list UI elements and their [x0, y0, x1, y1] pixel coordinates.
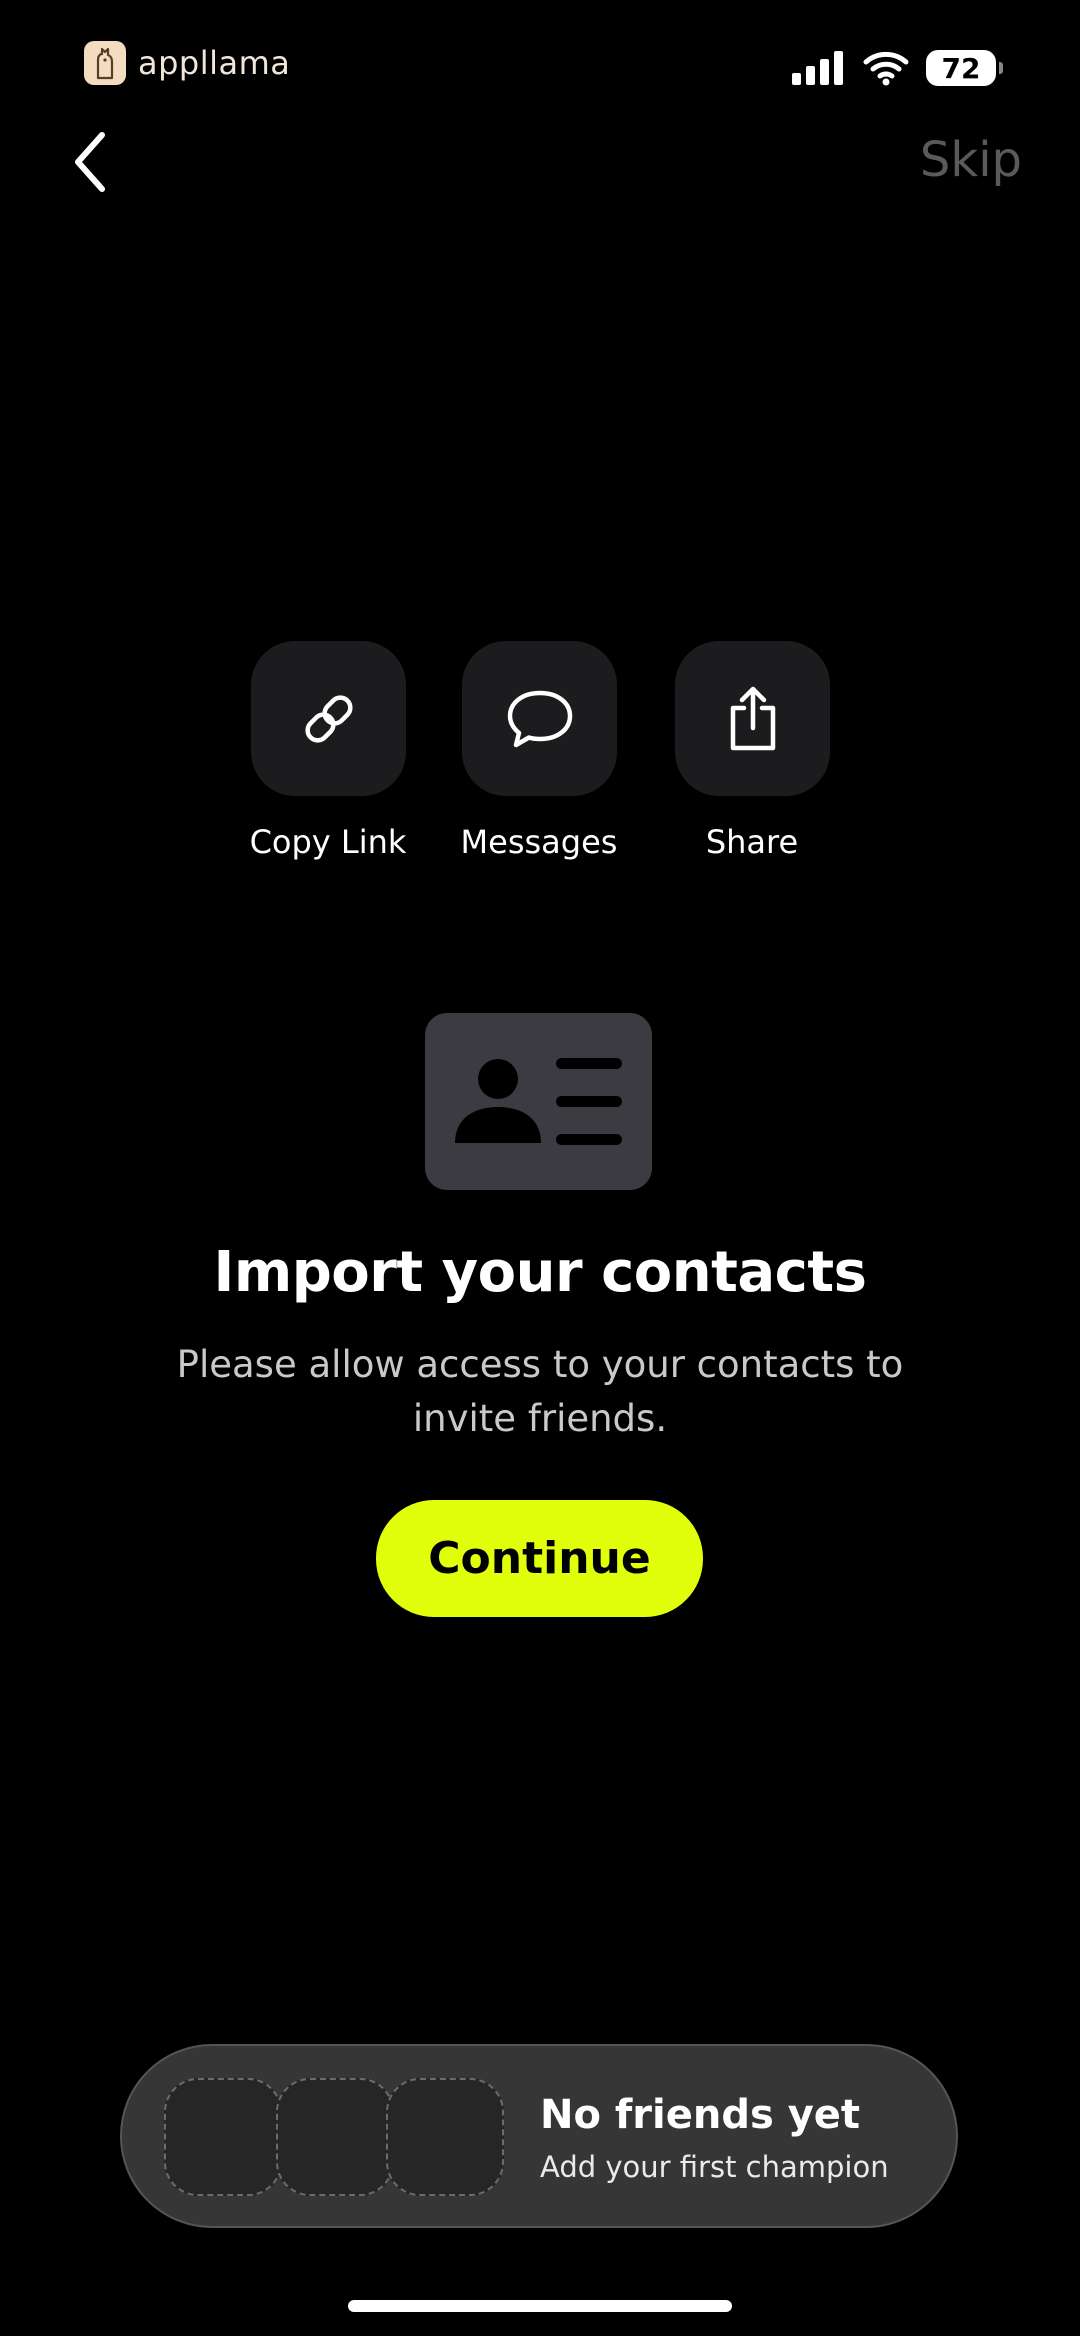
import-subtitle: Please allow access to your contacts to … — [176, 1343, 904, 1440]
cellular-signal-icon — [792, 51, 843, 85]
home-indicator[interactable] — [348, 2300, 732, 2312]
app-name: appllama — [138, 44, 291, 82]
friend-slot-placeholder — [386, 2078, 504, 2196]
llama-logo-icon — [84, 41, 126, 85]
message-bubble-icon — [507, 690, 572, 747]
friends-subtitle: Add your first champion — [540, 2150, 889, 2184]
share-label: Share — [705, 823, 799, 861]
continue-button[interactable]: Continue — [376, 1500, 703, 1617]
wifi-icon — [863, 51, 909, 86]
back-button[interactable] — [60, 122, 120, 202]
app-brand: appllama — [84, 40, 290, 86]
link-icon — [304, 694, 353, 743]
share-button[interactable] — [675, 641, 830, 796]
battery-icon: 72 — [926, 50, 1003, 86]
friends-status-card[interactable]: No friends yet Add your first champion — [120, 2044, 958, 2228]
messages-button[interactable] — [462, 641, 617, 796]
contact-card-icon — [425, 1013, 652, 1190]
battery-level: 72 — [941, 51, 981, 85]
friend-slot-placeholder — [276, 2078, 394, 2196]
status-icons: 72 — [792, 50, 1003, 86]
copy-link-label: Copy Link — [249, 823, 407, 861]
skip-button[interactable]: Skip — [920, 132, 1022, 188]
import-title: Import your contacts — [213, 1240, 867, 1305]
friend-slot-placeholder — [164, 2078, 282, 2196]
friends-title: No friends yet — [540, 2092, 861, 2138]
copy-link-button[interactable] — [251, 641, 406, 796]
messages-label: Messages — [460, 823, 618, 861]
share-icon — [730, 686, 775, 750]
chevron-left-icon — [75, 132, 105, 192]
